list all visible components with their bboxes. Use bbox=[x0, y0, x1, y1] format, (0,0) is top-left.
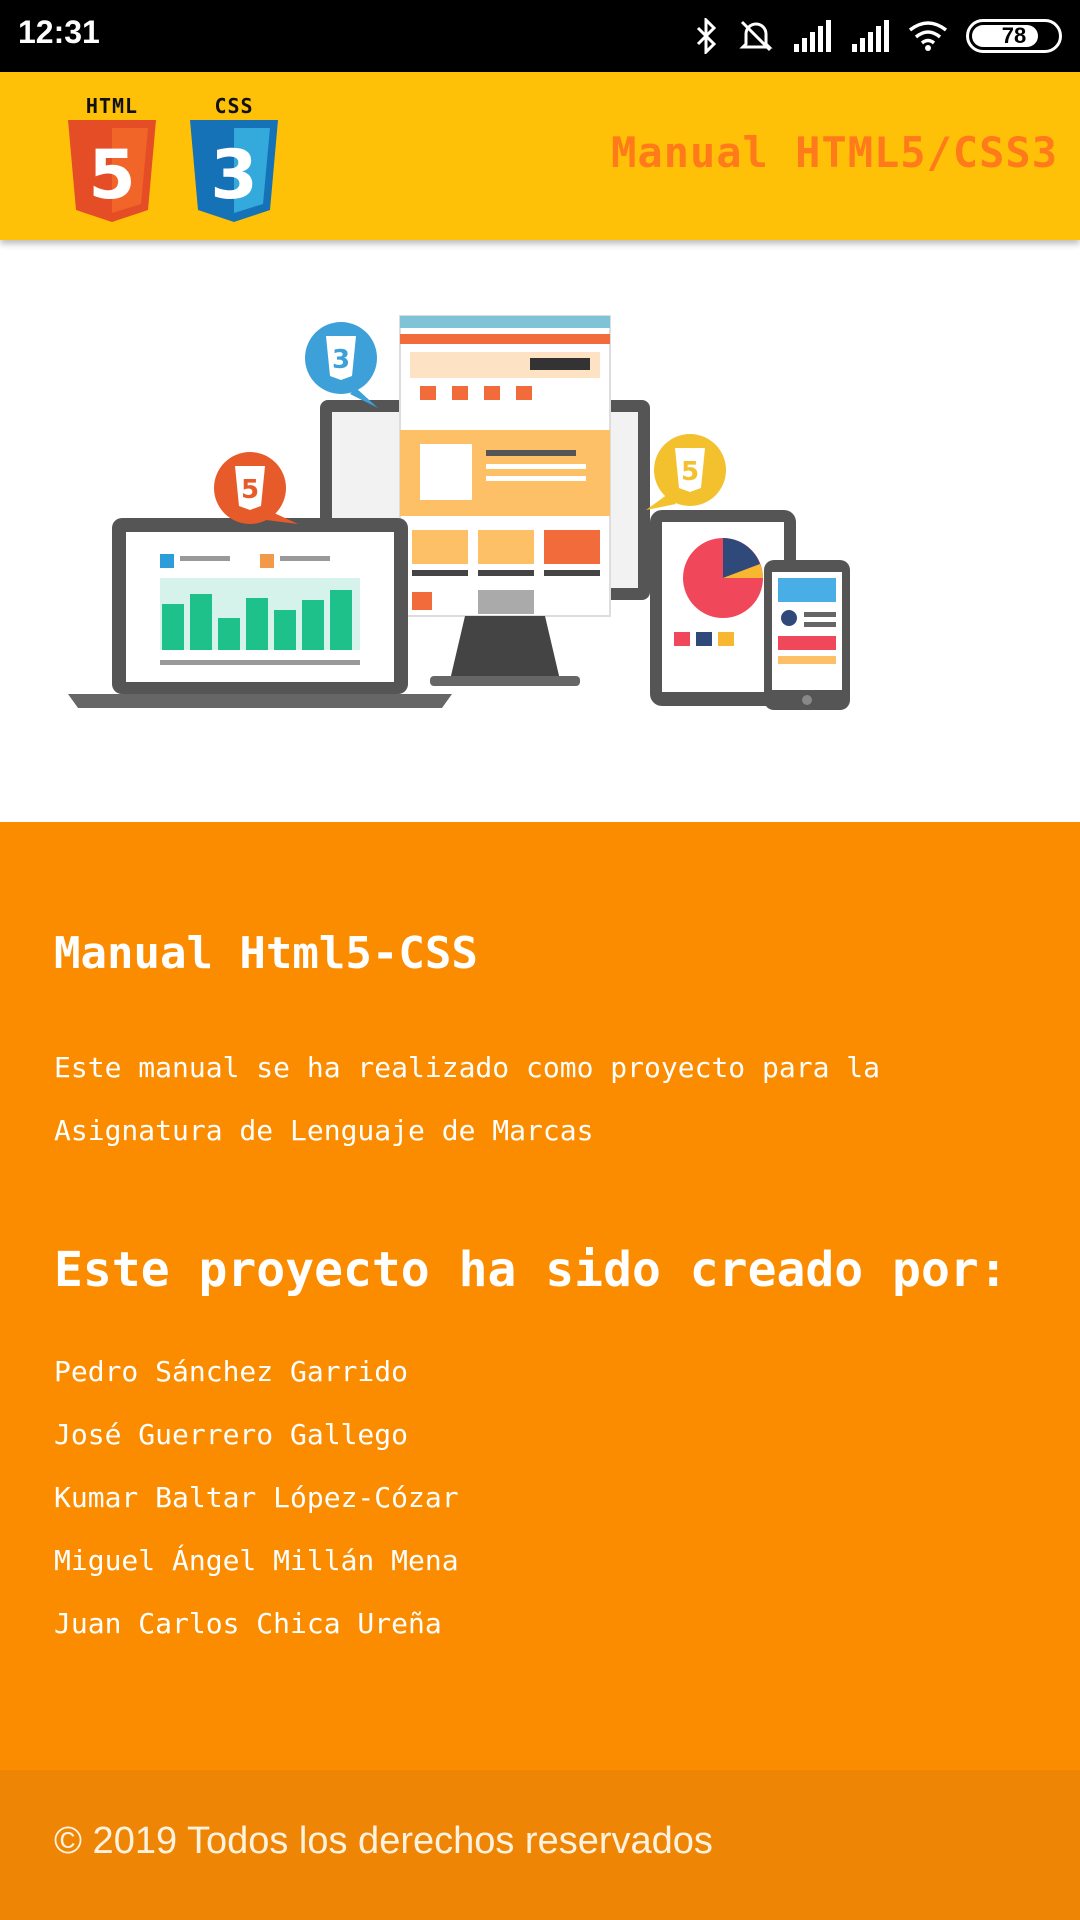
description-line: Este manual se ha realizado como proyect… bbox=[54, 1051, 881, 1084]
signal-icon bbox=[794, 20, 831, 52]
bluetooth-icon bbox=[696, 18, 717, 54]
author-item: Juan Carlos Chica Ureña bbox=[54, 1607, 442, 1640]
html5-shield-icon: 5 bbox=[68, 120, 156, 222]
status-bar: 12:31 78 bbox=[0, 0, 1080, 72]
html5-logo: HTML 5 bbox=[66, 94, 158, 222]
svg-text:5: 5 bbox=[681, 457, 699, 487]
description-line: Asignatura de Lenguaje de Marcas bbox=[54, 1114, 594, 1147]
css3-badge-icon: 3 bbox=[305, 322, 378, 408]
footer: © 2019 Todos los derechos reservados bbox=[0, 1770, 1080, 1920]
html5-logo-caption: HTML bbox=[85, 94, 139, 118]
signal-icon bbox=[852, 20, 889, 52]
battery-level: 78 bbox=[1001, 23, 1027, 48]
css3-shield-icon: 3 bbox=[190, 120, 278, 222]
app-header: HTML 5 CSS 3 Manual HTML5/CSS3 bbox=[0, 72, 1080, 240]
html5-badge-icon: 5 bbox=[646, 434, 726, 510]
css3-logo-number: 3 bbox=[210, 136, 257, 215]
status-time: 12:31 bbox=[18, 14, 100, 50]
manual-description: Este manual se ha realizado como proyect… bbox=[54, 1036, 1014, 1162]
manual-title: Manual Html5-CSS bbox=[54, 928, 478, 979]
html5-logo-number: 5 bbox=[88, 136, 135, 215]
wifi-icon bbox=[908, 21, 948, 51]
author-item: Miguel Ángel Millán Mena bbox=[54, 1544, 459, 1577]
about-section: Manual Html5-CSS Este manual se ha reali… bbox=[0, 822, 1080, 1770]
authors-list: Pedro Sánchez Garrido José Guerrero Gall… bbox=[54, 1340, 459, 1655]
status-icons: 78 bbox=[694, 14, 1062, 58]
author-item: Kumar Baltar López-Cózar bbox=[54, 1481, 459, 1514]
copyright-text: © 2019 Todos los derechos reservados bbox=[54, 1820, 713, 1862]
css3-logo: CSS 3 bbox=[188, 94, 280, 222]
html5-badge-icon: 5 bbox=[214, 452, 298, 524]
svg-text:3: 3 bbox=[332, 345, 350, 375]
authors-heading: Este proyecto ha sido creado por: bbox=[54, 1242, 1008, 1298]
header-title: Manual HTML5/CSS3 bbox=[611, 128, 1058, 177]
author-item: José Guerrero Gallego bbox=[54, 1418, 409, 1451]
author-item: Pedro Sánchez Garrido bbox=[54, 1355, 409, 1388]
css3-logo-caption: CSS bbox=[214, 94, 254, 118]
devices-illustration: 3 5 5 bbox=[68, 315, 850, 710]
battery-icon: 78 bbox=[966, 19, 1062, 53]
hero-illustration: 3 5 5 bbox=[0, 240, 1080, 822]
alarm-off-icon bbox=[739, 20, 773, 52]
svg-text:5: 5 bbox=[241, 475, 259, 505]
